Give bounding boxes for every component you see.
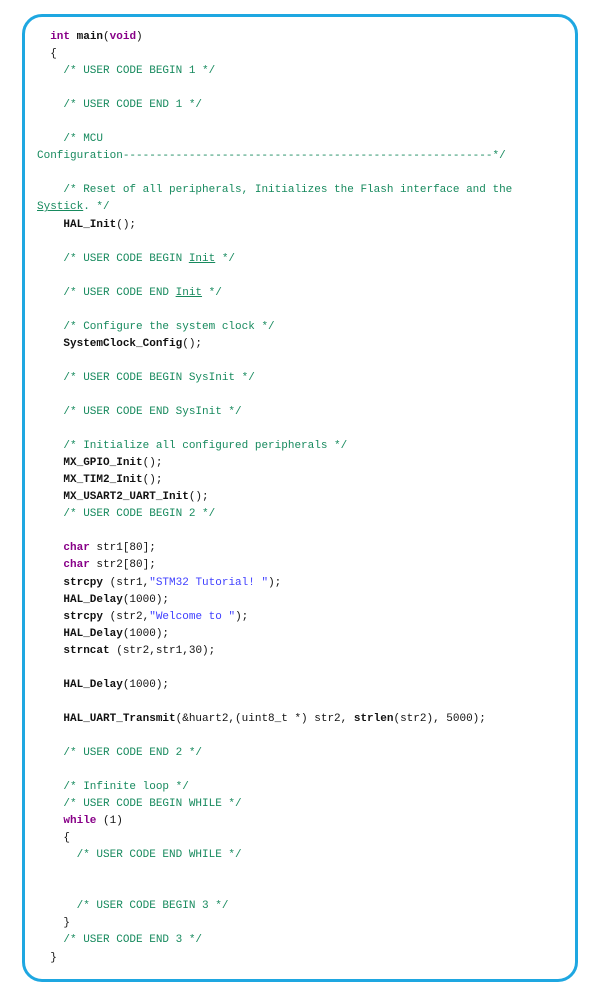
fn-mx-usart2: MX_USART2_UART_Init [63, 491, 188, 503]
comment-user-end-sysinit: /* USER CODE END SysInit */ [63, 406, 241, 418]
fn-strncat: strncat [63, 645, 109, 657]
brace-close: } [50, 952, 57, 964]
fn-hal-uart-tx: HAL_UART_Transmit [63, 713, 175, 725]
comment-user-end-while: /* USER CODE END WHILE */ [77, 849, 242, 861]
comment-mcu-b: Configuration---------------------------… [37, 150, 506, 162]
comment-user-begin-init: /* USER CODE BEGIN Init */ [63, 253, 235, 265]
kw-char-1: char [63, 542, 89, 554]
comment-init-periph: /* Initialize all configured peripherals… [63, 440, 347, 452]
comment-infinite-loop: /* Infinite loop */ [63, 781, 188, 793]
comment-user-end-3: /* USER CODE END 3 */ [63, 934, 202, 946]
kw-int: int [50, 31, 70, 43]
fn-mx-tim2: MX_TIM2_Init [63, 474, 142, 486]
kw-while: while [63, 815, 96, 827]
systick-word: Systick [37, 201, 83, 213]
comment-user-end-1: /* USER CODE END 1 */ [63, 99, 202, 111]
code-block: int main(void) { /* USER CODE BEGIN 1 */… [37, 29, 559, 967]
string-welcome: "Welcome to " [149, 611, 235, 623]
code-frame: int main(void) { /* USER CODE BEGIN 1 */… [22, 14, 578, 982]
fn-main: main [70, 31, 103, 43]
comment-user-begin-sysinit: /* USER CODE BEGIN SysInit */ [63, 372, 254, 384]
comment-user-begin-3: /* USER CODE BEGIN 3 */ [77, 900, 229, 912]
while-brace-close: } [63, 917, 70, 929]
kw-void: void [110, 31, 136, 43]
comment-reset: /* Reset of all peripherals, Initializes… [37, 184, 519, 213]
kw-char-2: char [63, 559, 89, 571]
brace-open: { [50, 48, 57, 60]
fn-strcpy-1: strcpy [63, 577, 103, 589]
while-brace-open: { [63, 832, 70, 844]
comment-user-end-2: /* USER CODE END 2 */ [63, 747, 202, 759]
fn-sysclock: SystemClock_Config [63, 338, 182, 350]
comment-user-begin-2: /* USER CODE BEGIN 2 */ [63, 508, 215, 520]
fn-strcpy-2: strcpy [63, 611, 103, 623]
fn-hal-delay-3: HAL_Delay [63, 679, 122, 691]
comment-mcu-a: /* MCU [63, 133, 103, 145]
fn-mx-gpio: MX_GPIO_Init [63, 457, 142, 469]
fn-hal-delay-1: HAL_Delay [63, 594, 122, 606]
string-stm32: "STM32 Tutorial! " [149, 577, 268, 589]
comment-user-end-init: /* USER CODE END Init */ [63, 287, 221, 299]
comment-user-begin-while: /* USER CODE BEGIN WHILE */ [63, 798, 241, 810]
fn-strlen: strlen [354, 713, 394, 725]
fn-hal-init: HAL_Init [63, 219, 116, 231]
fn-hal-delay-2: HAL_Delay [63, 628, 122, 640]
comment-sysclock: /* Configure the system clock */ [63, 321, 274, 333]
comment-user-begin-1: /* USER CODE BEGIN 1 */ [63, 65, 215, 77]
